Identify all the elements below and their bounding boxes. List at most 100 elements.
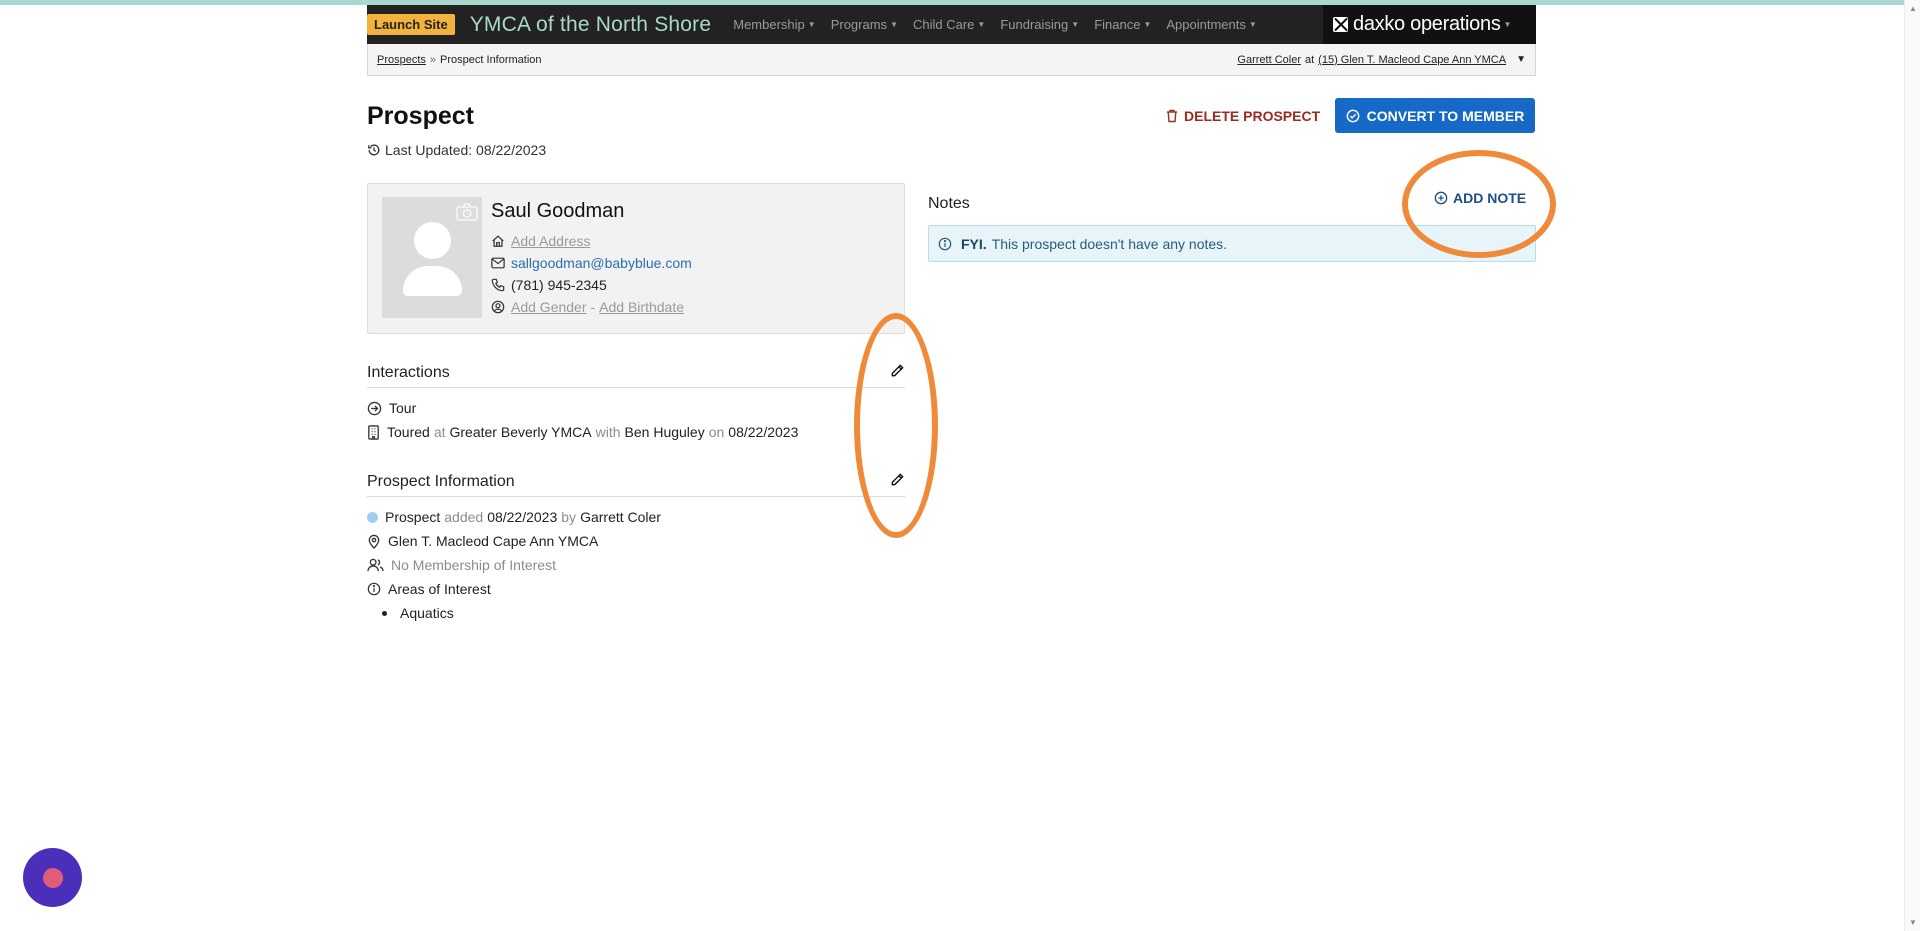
last-updated-text: Last Updated: 08/22/2023 — [385, 142, 547, 158]
chevron-down-icon: ▼ — [977, 20, 986, 29]
nav-child-care[interactable]: Child Care ▼ — [913, 17, 985, 32]
separator-dash: - — [590, 299, 596, 315]
membership-row: No Membership of Interest — [367, 557, 556, 573]
breadcrumb-prospects-link[interactable]: Prospects — [377, 54, 426, 66]
areas-of-interest-row: Areas of Interest — [367, 581, 491, 597]
avatar-body-shape — [403, 266, 462, 296]
convert-to-member-button[interactable]: CONVERT TO MEMBER — [1335, 98, 1535, 133]
launch-site-button[interactable]: Launch Site — [367, 14, 455, 35]
prospect-information-title: Prospect Information — [367, 473, 515, 490]
list-item: Aquatics — [382, 605, 454, 621]
avatar[interactable] — [382, 197, 482, 318]
add-address-link[interactable]: Add Address — [511, 233, 590, 249]
address-row: Add Address — [491, 233, 590, 249]
nav-fundraising[interactable]: Fundraising ▼ — [1000, 17, 1079, 32]
chevron-down-icon: ▼ — [890, 20, 898, 29]
scroll-down-icon[interactable]: ▼ — [1909, 918, 1917, 927]
prospect-name: Saul Goodman — [491, 200, 625, 222]
chevron-down-icon: ▼ — [1071, 20, 1080, 29]
email-link[interactable]: sallgoodman@babyblue.com — [511, 255, 692, 271]
camera-icon[interactable] — [456, 203, 478, 221]
notes-empty-message: FYI. This prospect doesn't have any note… — [961, 236, 1227, 252]
nav-appointments-label: Appointments — [1166, 17, 1246, 32]
interaction-type-row: Tour — [367, 400, 416, 416]
caret-down-icon[interactable]: ▼ — [1516, 54, 1526, 65]
home-icon — [492, 235, 504, 247]
brand-menu[interactable]: daxko operations ▼ — [1323, 5, 1536, 44]
nav-child-care-label: Child Care — [912, 17, 975, 32]
help-chat-launcher[interactable] — [23, 848, 82, 907]
nav-fundraising-label: Fundraising — [1000, 17, 1069, 32]
fyi-label: FYI. — [961, 235, 987, 252]
branch-row: Glen T. Macleod Cape Ann YMCA — [367, 533, 598, 549]
chevron-down-icon: ▼ — [807, 20, 816, 29]
membership-of-interest: No Membership of Interest — [391, 557, 556, 573]
daxko-logo-icon — [1333, 17, 1348, 32]
nav-membership[interactable]: Membership ▼ — [733, 17, 815, 32]
breadcrumb: Prospects » Prospect Information Garrett… — [367, 44, 1536, 76]
add-gender-link[interactable]: Add Gender — [511, 299, 587, 315]
last-updated: Last Updated: 08/22/2023 — [367, 142, 546, 158]
info-circle-icon — [938, 237, 952, 250]
interaction-on: on — [708, 424, 725, 440]
help-launcher-dot — [42, 867, 63, 888]
check-circle-icon — [1346, 109, 1360, 122]
nav-finance-label: Finance — [1094, 17, 1141, 32]
interactions-title: Interactions — [367, 364, 450, 381]
interaction-type: Tour — [389, 400, 417, 416]
arrow-circle-right-icon — [367, 401, 382, 415]
chevron-down-icon: ▼ — [1248, 20, 1257, 29]
history-icon — [368, 144, 380, 156]
bullet — [382, 610, 387, 616]
users-icon — [367, 558, 384, 572]
organization-name[interactable]: YMCA of the North Shore — [470, 13, 712, 37]
phone-row: (781) 945-2345 — [491, 277, 607, 293]
delete-prospect-label: DELETE PROSPECT — [1184, 108, 1321, 124]
breadcrumb-separator: » — [429, 53, 437, 66]
interaction-with: with — [595, 424, 621, 440]
page-title: Prospect — [367, 102, 474, 130]
top-navigation-bar: Launch Site YMCA of the North Shore Memb… — [367, 5, 1536, 44]
avatar-head-shape — [414, 222, 451, 259]
email-row: sallgoodman@babyblue.com — [491, 255, 692, 271]
interaction-location: Greater Beverly YMCA — [449, 424, 592, 440]
chevron-down-icon: ▼ — [1503, 20, 1512, 29]
nav-finance[interactable]: Finance ▼ — [1094, 17, 1151, 32]
trash-icon — [1167, 109, 1177, 123]
interaction-staff: Ben Huguley — [624, 424, 705, 440]
nav-programs-label: Programs — [830, 17, 888, 32]
add-birthdate-link[interactable]: Add Birthdate — [599, 299, 684, 315]
phone-icon — [491, 278, 505, 292]
gender-birthdate-row: Add Gender - Add Birthdate — [491, 299, 684, 315]
at-label: at — [1304, 53, 1315, 66]
current-location-link[interactable]: (15) Glen T. Macleod Cape Ann YMCA — [1318, 54, 1506, 66]
areas-of-interest-title: Areas of Interest — [388, 581, 491, 597]
interaction-detail-row: Toured at Greater Beverly YMCA with Ben … — [367, 424, 798, 440]
map-pin-icon — [368, 534, 380, 549]
envelope-icon — [491, 257, 505, 269]
current-user-link[interactable]: Garrett Coler — [1237, 54, 1301, 66]
scroll-up-icon[interactable]: ▲ — [1909, 4, 1917, 13]
interaction-date: 08/22/2023 — [728, 424, 799, 440]
notes-title: Notes — [928, 195, 970, 212]
nav-membership-label: Membership — [733, 17, 805, 32]
branch-name: Glen T. Macleod Cape Ann YMCA — [388, 533, 599, 549]
delete-prospect-button[interactable]: DELETE PROSPECT — [1166, 105, 1320, 127]
annotation-oval-add-note — [1402, 150, 1556, 258]
nav-programs[interactable]: Programs ▼ — [831, 17, 898, 32]
prospect-status-row: Prospect added 08/22/2023 by Garrett Col… — [367, 509, 661, 525]
nav-appointments[interactable]: Appointments ▼ — [1166, 17, 1256, 32]
prospect-status: Prospect — [385, 509, 441, 525]
interaction-at: at — [433, 424, 446, 440]
added-label: added — [444, 509, 484, 525]
info-circle-icon — [367, 582, 381, 596]
fyi-text: This prospect doesn't have any notes. — [991, 235, 1228, 252]
breadcrumb-current: Prospect Information — [440, 53, 542, 66]
user-circle-icon — [491, 300, 505, 314]
prospect-information-header: Prospect Information — [367, 467, 905, 497]
vertical-scrollbar[interactable]: ▲ ▼ — [1904, 0, 1920, 931]
by-label: by — [561, 509, 577, 525]
status-dot — [367, 511, 378, 523]
area-of-interest: Aquatics — [400, 605, 454, 621]
building-icon — [368, 424, 379, 440]
